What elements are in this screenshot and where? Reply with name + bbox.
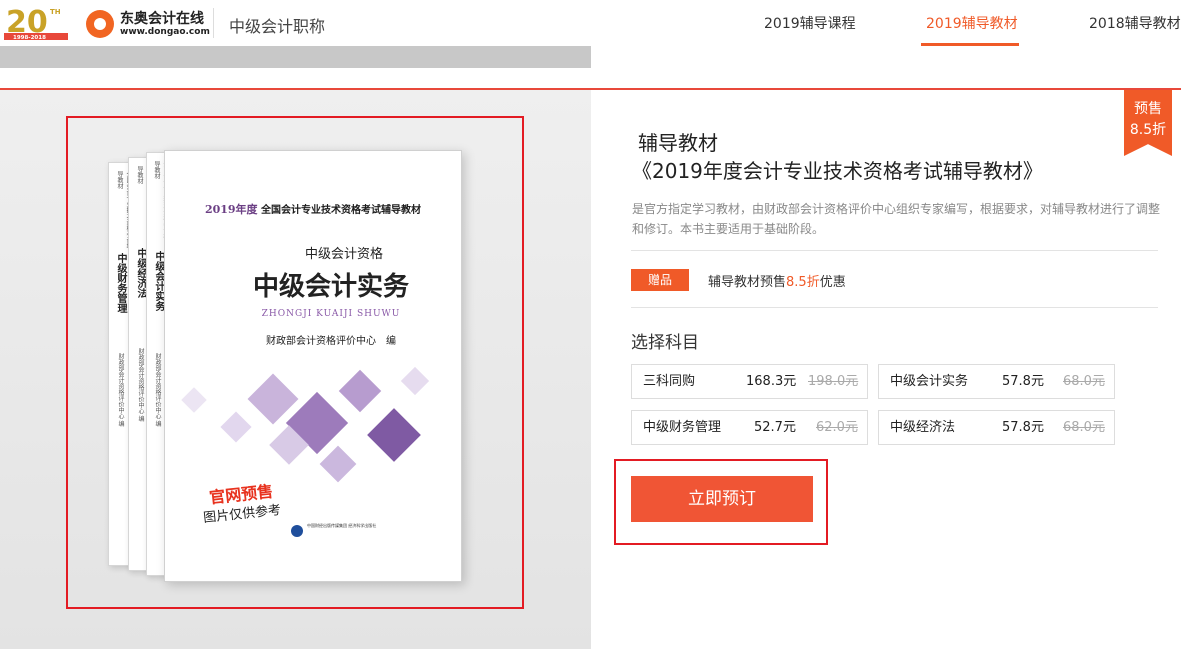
badge-line2: 8.5折: [1129, 122, 1167, 138]
product-title: 辅导教材 《2019年度会计专业技术资格考试辅导教材》: [632, 129, 1043, 185]
gift-tag: 赠品: [631, 269, 689, 291]
brand-icon: [86, 10, 114, 38]
product-title-line1: 辅导教材: [638, 131, 718, 155]
product-description: 是官方指定学习教材，由财政部会计资格评价中心组织专家编写，根据要求，对辅导教材进…: [632, 202, 1161, 236]
banner-strip: [0, 46, 591, 68]
nav-2019-courses[interactable]: 2019辅导课程: [764, 13, 856, 33]
brand-name: 东奥会计在线: [120, 11, 204, 27]
option-economic-law[interactable]: 中级经济法 57.8元 68.0元: [878, 410, 1115, 445]
option-price: 168.3元: [746, 374, 797, 389]
gift-discount: 8.5折: [786, 275, 820, 290]
anniversary-logo: 20 TH 1998-2018: [4, 5, 68, 40]
anniversary-suffix: TH: [50, 8, 61, 16]
badge-line1: 预售: [1134, 101, 1162, 117]
divider: [631, 250, 1158, 251]
page-title: 中级会计职称: [229, 17, 326, 36]
brand-url: www.dongao.com: [120, 27, 210, 37]
option-price: 57.8元: [1002, 420, 1044, 435]
option-original-price: 68.0元: [1063, 420, 1105, 435]
gift-text-before: 辅导教材预售: [708, 275, 787, 290]
anniversary-years: 1998-2018: [13, 35, 46, 40]
product-title-line2: 《2019年度会计专业技术资格考试辅导教材》: [632, 159, 1043, 183]
section-divider-line: [0, 88, 1181, 90]
gift-text-after: 优惠: [819, 275, 846, 290]
choose-subject-label: 选择科目: [631, 333, 699, 353]
nav-2018-materials[interactable]: 2018辅导教材: [1089, 13, 1181, 33]
option-original-price: 68.0元: [1063, 374, 1105, 389]
option-name: 中级经济法: [890, 420, 956, 435]
option-accounting-practice[interactable]: 中级会计实务 57.8元 68.0元: [878, 364, 1115, 399]
option-name: 中级财务管理: [643, 420, 722, 435]
nav-2019-materials[interactable]: 2019辅导教材: [926, 13, 1018, 33]
presale-discount-badge: 预售 8.5折: [1124, 90, 1172, 156]
header-divider: [213, 8, 214, 38]
site-header: 20 TH 1998-2018 东奥会计在线 www.dongao.com 中级…: [0, 0, 1181, 46]
divider: [631, 307, 1158, 308]
option-name: 中级会计实务: [890, 374, 969, 389]
nav-active-indicator: [921, 43, 1019, 46]
gift-text: 辅导教材预售8.5折优惠: [708, 271, 846, 290]
option-original-price: 62.0元: [816, 420, 858, 435]
option-original-price: 198.0元: [808, 374, 859, 389]
option-financial-management[interactable]: 中级财务管理 52.7元 62.0元: [631, 410, 868, 445]
order-now-button[interactable]: 立即预订: [631, 476, 813, 522]
image-highlight-frame: [66, 116, 524, 609]
option-price: 57.8元: [1002, 374, 1044, 389]
option-name: 三科同购: [643, 374, 696, 389]
option-three-subjects[interactable]: 三科同购 168.3元 198.0元: [631, 364, 868, 399]
option-price: 52.7元: [754, 420, 796, 435]
brand-logo[interactable]: 东奥会计在线 www.dongao.com: [86, 6, 210, 40]
